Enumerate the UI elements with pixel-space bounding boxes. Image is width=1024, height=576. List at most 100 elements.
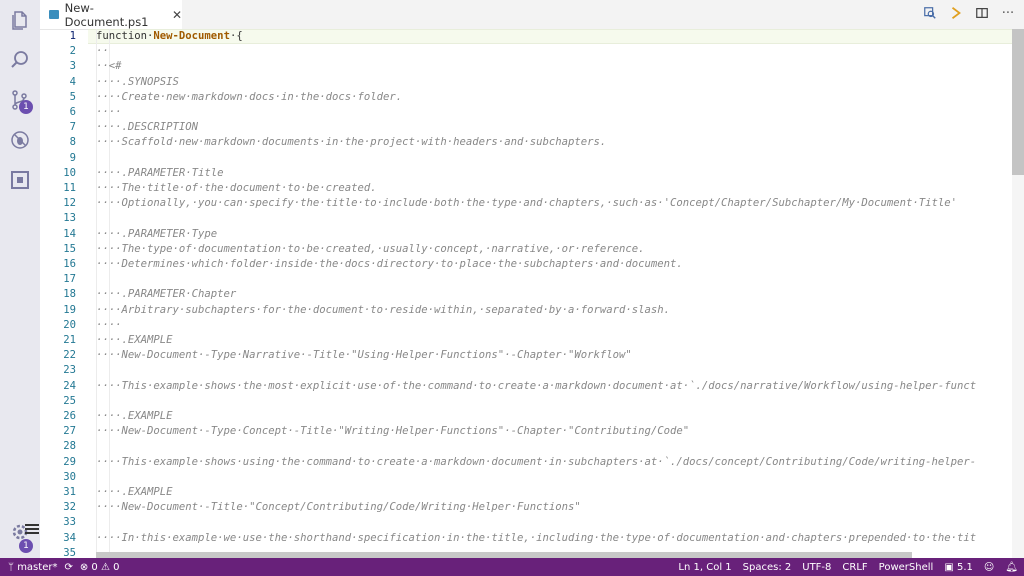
line-number: 25 (63, 394, 76, 407)
line-number: 30 (63, 470, 76, 483)
line-number: 14 (63, 227, 76, 240)
code-line-22: ····New-Document·-Type·Narrative·-Title·… (96, 349, 632, 362)
line-number: 32 (63, 501, 76, 514)
explorer-icon[interactable] (0, 0, 40, 40)
line-number: 4 (69, 75, 76, 88)
cursor-position[interactable]: Ln 1, Col 1 (678, 562, 731, 573)
search-icon[interactable] (0, 40, 40, 80)
line-number-gutter: 1 2 3 4 5 6 7 8 9 10 11 12 13 14 15 16 17 18 19 20 21 22 23 24 2… (40, 29, 88, 558)
tab-bar: New-Document.ps1 ✕ ··· (40, 0, 1024, 30)
tab-label: New-Document.ps1 (64, 0, 149, 29)
code-line-29: ····This·example·shows·using·the·command… (96, 455, 977, 468)
code-line-20: ···· (96, 318, 122, 331)
vertical-scrollbar-thumb[interactable] (1012, 29, 1024, 175)
indentation[interactable]: Spaces: 2 (743, 562, 792, 573)
line-number: 9 (69, 151, 76, 164)
code-line-16: ····Determines·which·folder·inside·the·d… (96, 258, 683, 270)
line-number: 2 (69, 45, 76, 58)
more-actions-icon[interactable]: ··· (1000, 5, 1016, 21)
code-line-31: ····.EXAMPLE (96, 486, 173, 498)
extensions-icon[interactable] (0, 160, 40, 200)
source-control-badge: 1 (19, 100, 33, 114)
encoding[interactable]: UTF-8 (802, 562, 831, 573)
line-number: 7 (69, 121, 76, 134)
notifications-bell-icon[interactable]: 🔔︎ (1005, 562, 1018, 573)
line-number: 15 (63, 242, 76, 255)
code-line-10: ····.PARAMETER·Title (96, 166, 224, 179)
line-number: 35 (63, 546, 76, 558)
line-number: 17 (63, 273, 76, 286)
code-line-2: ·· (96, 45, 109, 58)
code-area[interactable]: function·New-Document·{ ·· ··<# ····.SYNOP… (96, 29, 1024, 558)
sync-icon[interactable]: ⟳ (64, 562, 72, 573)
line-number: 19 (63, 303, 76, 316)
warning-icon: ⚠ (100, 561, 114, 573)
code-line-1: function·New-Document·{ (96, 30, 243, 42)
branch-indicator[interactable]: ᛘ master* (8, 562, 57, 573)
open-changes-icon[interactable] (922, 5, 938, 21)
code-line-34: ····In·this·example·we·use·the·shorthand… (96, 531, 977, 544)
code-line-26: ····.EXAMPLE (96, 410, 173, 422)
line-number: 28 (63, 440, 76, 453)
line-number: 16 (63, 258, 76, 270)
line-number: 11 (63, 182, 76, 194)
line-number: 21 (63, 334, 76, 346)
status-bar: ᛘ master* ⟳ ⊗ 0 ⚠ 0 Ln 1, Col 1 Spaces: … (0, 558, 1024, 576)
run-icon[interactable] (948, 5, 964, 21)
powershell-version[interactable]: ▣ 5.1 (944, 562, 973, 573)
line-number: 34 (63, 531, 76, 544)
menu-icon[interactable] (25, 524, 39, 526)
line-number: 5 (69, 90, 76, 103)
line-number: 27 (63, 425, 76, 438)
code-line-27: ····New-Document·-Type·Concept·-Title·"W… (96, 425, 690, 438)
line-number: 12 (63, 197, 76, 210)
source-control-icon[interactable] (0, 80, 40, 120)
code-line-12: ····Optionally,·you·can·specify·the·titl… (96, 197, 958, 210)
code-line-4: ····.SYNOPSIS (96, 75, 179, 88)
branch-icon: ᛘ (8, 561, 18, 573)
split-editor-icon[interactable] (974, 5, 990, 21)
line-number: 1 (69, 30, 76, 42)
code-line-11: ····The·title·of·the·document·to·be·crea… (96, 182, 377, 194)
line-number: 29 (63, 455, 76, 468)
line-number: 6 (69, 106, 76, 118)
feedback-smiley-icon[interactable]: ☺ (984, 562, 994, 573)
code-line-8: ····Scaffold·new·markdown·documents·in·t… (96, 136, 607, 149)
line-number: 26 (63, 410, 76, 422)
code-line-32: ····New-Document·-Title·"Concept/Contrib… (96, 501, 581, 514)
close-tab-icon[interactable]: ✕ (172, 8, 182, 22)
error-icon: ⊗ (79, 561, 92, 573)
tab-new-document[interactable]: New-Document.ps1 ✕ (40, 0, 182, 29)
line-number: 8 (69, 136, 76, 149)
language-mode[interactable]: PowerShell (879, 562, 934, 573)
powershell-file-icon (49, 10, 59, 19)
code-line-15: ····The·type·of·documentation·to·be·crea… (96, 242, 645, 255)
code-line-18: ····.PARAMETER·Chapter (96, 288, 237, 301)
code-line-3: ··<# (96, 60, 122, 73)
line-number: 18 (63, 288, 76, 301)
problems-indicator[interactable]: ⊗ 0 ⚠ 0 (80, 562, 120, 573)
code-line-7: ····.DESCRIPTION (96, 121, 199, 134)
line-number: 23 (63, 364, 76, 377)
editor[interactable]: 1 2 3 4 5 6 7 8 9 10 11 12 13 14 15 16 17 18 19 20 21 22 23 24 2… (40, 29, 1024, 558)
vertical-scrollbar[interactable] (1012, 29, 1024, 558)
code-line-5: ····Create·new·markdown·docs·in·the·docs… (96, 90, 403, 103)
code-line-14: ····.PARAMETER·Type (96, 227, 218, 240)
line-number: 24 (63, 379, 76, 392)
end-of-line[interactable]: CRLF (842, 562, 867, 573)
activity-bar: 1 1 (0, 0, 40, 558)
terminal-icon: ▣ (944, 561, 957, 573)
line-number: 33 (63, 516, 76, 529)
line-number: 20 (63, 318, 76, 331)
line-number: 3 (69, 60, 76, 73)
settings-badge: 1 (19, 539, 33, 553)
line-number: 13 (63, 212, 76, 225)
debug-icon[interactable] (0, 120, 40, 160)
code-line-21: ····.EXAMPLE (96, 334, 173, 346)
editor-actions: ··· (922, 5, 1016, 21)
line-number: 22 (63, 349, 76, 362)
line-number: 10 (63, 166, 76, 179)
code-line-19: ····Arbitrary·subchapters·for·the·docume… (96, 303, 671, 316)
line-number: 31 (63, 486, 76, 498)
code-line-6: ···· (96, 106, 122, 118)
